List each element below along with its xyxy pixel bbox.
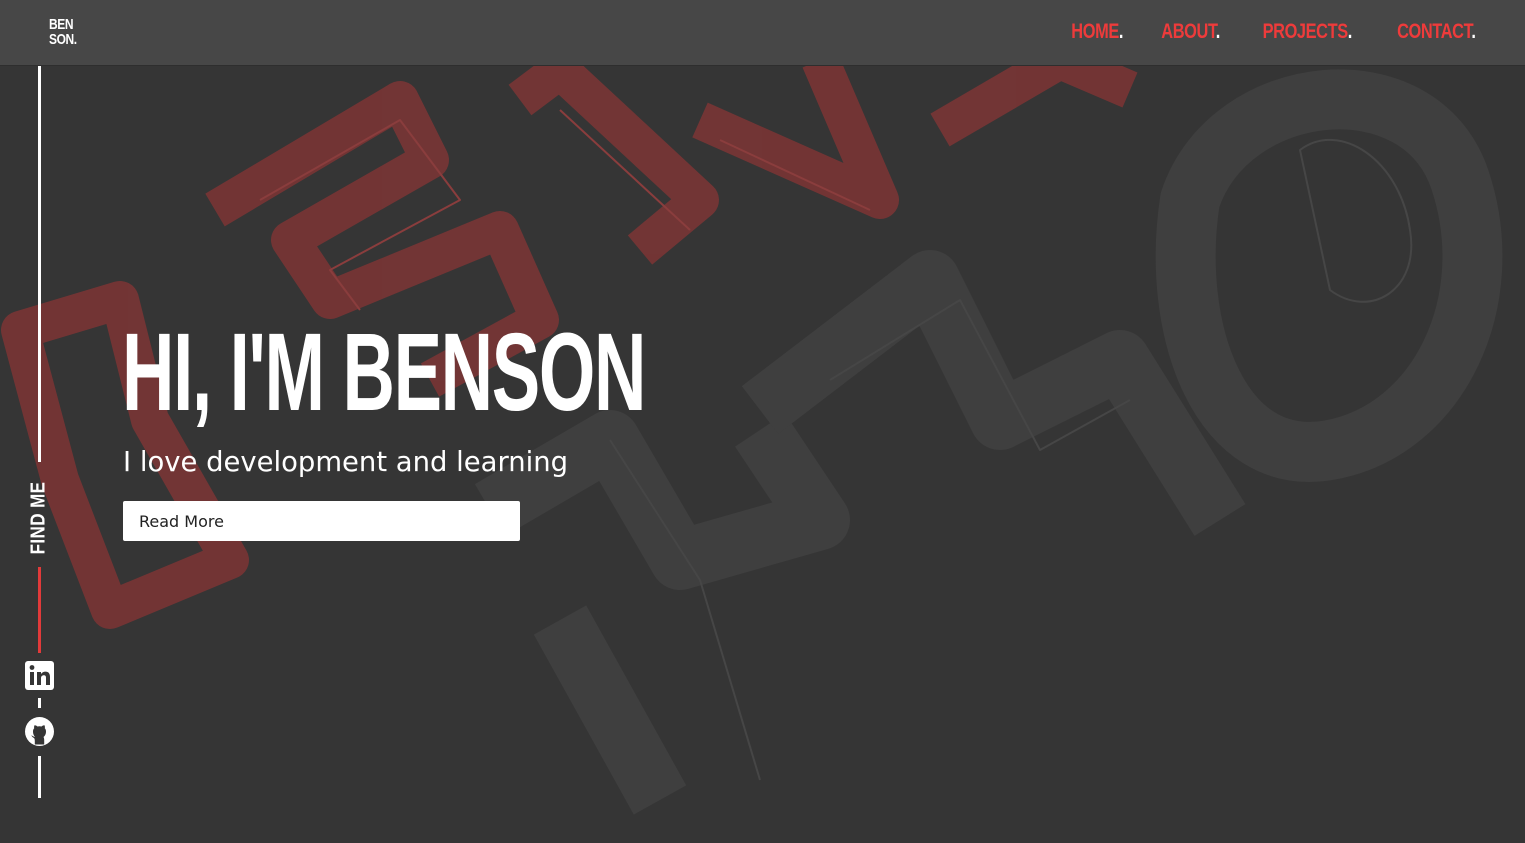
- nav-dot: .: [1215, 20, 1220, 43]
- logo-line-1: BEN: [49, 16, 74, 33]
- find-me-label: FIND ME: [21, 478, 57, 558]
- top-navigation-bar: BEN SON. HOME. ABOUT. PROJECTS. CONTACT.: [0, 0, 1525, 66]
- linkedin-icon[interactable]: [24, 660, 55, 691]
- logo-line-2: SON.: [49, 31, 77, 48]
- nav-dot: .: [1347, 20, 1353, 43]
- nav-dot: .: [1471, 20, 1477, 43]
- sidebar-line-bottom: [38, 756, 41, 798]
- nav-label-about: ABOUT: [1160, 20, 1216, 43]
- site-logo[interactable]: BEN SON.: [49, 17, 81, 47]
- sidebar-line-dash: [38, 698, 41, 708]
- main-nav: HOME. ABOUT. PROJECTS. CONTACT.: [1064, 20, 1487, 44]
- github-icon[interactable]: [24, 716, 55, 747]
- nav-link-about[interactable]: ABOUT.: [1161, 20, 1220, 44]
- find-me-text: FIND ME: [27, 481, 50, 555]
- nav-link-projects[interactable]: PROJECTS.: [1262, 20, 1353, 44]
- nav-label-contact: CONTACT: [1397, 20, 1472, 43]
- nav-link-home[interactable]: HOME.: [1072, 20, 1124, 44]
- hero-title: HI, I'M BENSON: [122, 311, 646, 434]
- nav-label-projects: PROJECTS: [1262, 20, 1348, 43]
- sidebar-line-top: [38, 66, 41, 462]
- nav-label-home: HOME: [1071, 20, 1120, 43]
- nav-link-contact[interactable]: CONTACT.: [1397, 20, 1477, 44]
- sidebar-line-accent: [38, 567, 41, 653]
- hero-subtitle: I love development and learning: [123, 445, 569, 478]
- nav-dot: .: [1119, 20, 1124, 43]
- read-more-button[interactable]: Read More: [123, 501, 520, 541]
